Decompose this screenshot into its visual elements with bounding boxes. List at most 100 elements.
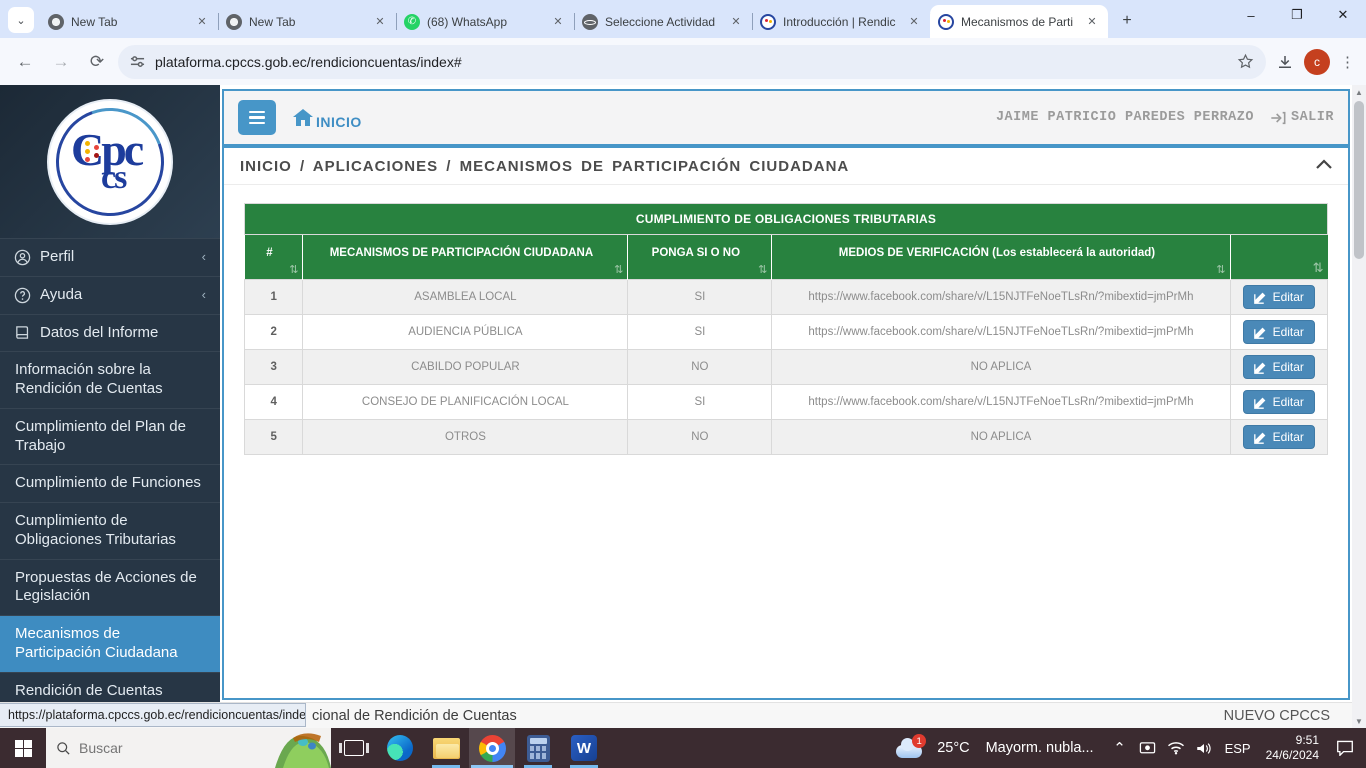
table-row: 4 CONSEJO DE PLANIFICACIÓN LOCAL SI http… bbox=[245, 385, 1328, 420]
chrome-gray-favicon bbox=[48, 14, 64, 30]
ponga-cell: NO bbox=[628, 350, 772, 385]
edit-button[interactable]: Editar bbox=[1243, 355, 1315, 379]
home-icon bbox=[290, 106, 316, 130]
scrollbar-thumb[interactable] bbox=[1354, 101, 1364, 259]
tab-whatsapp[interactable]: ✆ (68) WhatsApp ✕ bbox=[396, 5, 574, 38]
word-button[interactable]: W bbox=[561, 728, 607, 768]
mecanismo-cell: CONSEJO DE PLANIFICACIÓN LOCAL bbox=[303, 385, 628, 420]
chrome-menu-icon[interactable]: ⋮ bbox=[1340, 53, 1356, 71]
column-header-num[interactable]: #⇅ bbox=[245, 235, 303, 280]
sidebar-item-informacion-rendicion[interactable]: Información sobre la Rendición de Cuenta… bbox=[0, 352, 220, 408]
user-area: JAIME PATRICIO PAREDES PERRAZO SALIR bbox=[996, 110, 1334, 125]
action-center-icon[interactable] bbox=[1328, 740, 1362, 756]
tab-mecanismos-active[interactable]: Mecanismos de Parti ✕ bbox=[930, 5, 1108, 38]
clock[interactable]: 9:51 24/6/2024 bbox=[1259, 733, 1326, 763]
edit-button[interactable]: Editar bbox=[1243, 390, 1315, 414]
tab-title: Introducción | Rendic bbox=[783, 15, 899, 29]
edit-button[interactable]: Editar bbox=[1243, 320, 1315, 344]
sidebar-item-obligaciones-tributarias[interactable]: Cumplimiento de Obligaciones Tributarias bbox=[0, 503, 220, 559]
hamburger-menu-button[interactable] bbox=[238, 100, 276, 135]
tab-new-tab-2[interactable]: New Tab ✕ bbox=[218, 5, 396, 38]
new-tab-button[interactable]: + bbox=[1114, 8, 1140, 34]
scroll-down-arrow[interactable]: ▼ bbox=[1352, 714, 1366, 728]
tab-search-button[interactable]: ⌄ bbox=[8, 7, 34, 33]
sidebar-item-cumplimiento-funciones[interactable]: Cumplimiento de Funciones bbox=[0, 465, 220, 502]
profile-avatar[interactable]: c bbox=[1304, 49, 1330, 75]
user-name: JAIME PATRICIO PAREDES PERRAZO bbox=[996, 110, 1254, 125]
language-indicator[interactable]: ESP bbox=[1219, 741, 1257, 756]
tab-close-icon[interactable]: ✕ bbox=[372, 14, 388, 30]
tab-title: Seleccione Actividad bbox=[605, 15, 721, 29]
toolbar-right: c ⋮ bbox=[1272, 49, 1356, 75]
site-settings-icon[interactable] bbox=[130, 54, 145, 69]
maximize-button[interactable]: ❐ bbox=[1274, 0, 1320, 30]
page-scrollbar[interactable]: ▲ ▼ bbox=[1352, 85, 1366, 728]
column-header-actions[interactable]: ⇅ bbox=[1230, 235, 1328, 280]
sidebar-item-datos-del-informe[interactable]: Datos del Informe bbox=[0, 315, 220, 352]
reload-button[interactable]: ⟳ bbox=[82, 47, 112, 77]
ponga-cell: SI bbox=[628, 315, 772, 350]
edit-button[interactable]: Editar bbox=[1243, 425, 1315, 449]
table-row: 1 ASAMBLEA LOCAL SI https://www.facebook… bbox=[245, 280, 1328, 315]
search-icon bbox=[56, 741, 71, 756]
edit-button[interactable]: Editar bbox=[1243, 285, 1315, 309]
chrome-gray-favicon bbox=[226, 14, 242, 30]
url-input[interactable] bbox=[155, 54, 1227, 70]
search-input[interactable] bbox=[79, 740, 229, 756]
logout-button[interactable]: SALIR bbox=[1270, 110, 1334, 125]
tab-new-tab-1[interactable]: New Tab ✕ bbox=[40, 5, 218, 38]
tab-seleccione-actividad[interactable]: Seleccione Actividad ✕ bbox=[574, 5, 752, 38]
taskbar-search[interactable] bbox=[46, 728, 331, 768]
page: Cpc cs Perfil ‹ Ayuda ‹ bbox=[0, 85, 1366, 728]
medio-cell: NO APLICA bbox=[772, 350, 1230, 385]
file-explorer-button[interactable] bbox=[423, 728, 469, 768]
scroll-up-arrow[interactable]: ▲ bbox=[1352, 85, 1366, 99]
cast-icon[interactable] bbox=[1135, 741, 1161, 756]
download-icon[interactable] bbox=[1276, 53, 1294, 71]
tab-close-icon[interactable]: ✕ bbox=[906, 14, 922, 30]
tab-title: (68) WhatsApp bbox=[427, 15, 543, 29]
home-label: INICIO bbox=[316, 114, 362, 130]
weather-widget[interactable]: 1 25°C Mayorm. nubla... bbox=[890, 736, 1104, 760]
tab-introduccion[interactable]: Introducción | Rendic ✕ bbox=[752, 5, 930, 38]
browser-toolbar: ← → ⟳ c ⋮ bbox=[0, 38, 1366, 85]
bookmark-star-icon[interactable] bbox=[1237, 53, 1254, 70]
home-link[interactable]: INICIO bbox=[290, 106, 362, 130]
sidebar-item-ayuda[interactable]: Ayuda ‹ bbox=[0, 277, 220, 314]
calculator-button[interactable] bbox=[515, 728, 561, 768]
row-number: 3 bbox=[245, 350, 303, 385]
notification-badge: 1 bbox=[912, 734, 926, 748]
sidebar-item-acciones-legislacion[interactable]: Propuestas de Acciones de Legislación bbox=[0, 560, 220, 616]
column-header-medios[interactable]: MEDIOS DE VERIFICACIÓN (Los establecerá … bbox=[772, 235, 1230, 280]
column-header-mecanismos[interactable]: MECANISMOS DE PARTICIPACIÓN CIUDADANA⇅ bbox=[303, 235, 628, 280]
close-button[interactable]: ✕ bbox=[1320, 0, 1366, 30]
sidebar-item-label: Perfil bbox=[40, 248, 193, 267]
word-icon: W bbox=[571, 735, 597, 761]
address-bar[interactable] bbox=[118, 45, 1266, 79]
tab-close-icon[interactable]: ✕ bbox=[194, 14, 210, 30]
edge-button[interactable] bbox=[377, 728, 423, 768]
medio-cell: https://www.facebook.com/share/v/L15NJTF… bbox=[772, 315, 1230, 350]
sidebar-item-perfil[interactable]: Perfil ‹ bbox=[0, 239, 220, 276]
sidebar-item-plan-de-trabajo[interactable]: Cumplimiento del Plan de Trabajo bbox=[0, 409, 220, 465]
help-icon bbox=[14, 287, 31, 304]
logo-dots bbox=[85, 141, 103, 167]
tab-close-icon[interactable]: ✕ bbox=[728, 14, 744, 30]
minimize-button[interactable]: – bbox=[1228, 0, 1274, 30]
sidebar-item-mecanismos-participacion[interactable]: Mecanismos de Participación Ciudadana bbox=[0, 616, 220, 672]
wifi-icon[interactable] bbox=[1163, 741, 1189, 755]
chrome-button[interactable] bbox=[469, 728, 515, 768]
collapse-panel-button[interactable] bbox=[1316, 157, 1332, 175]
back-button[interactable]: ← bbox=[10, 47, 40, 77]
column-header-ponga[interactable]: PONGA SI O NO⇅ bbox=[628, 235, 772, 280]
volume-icon[interactable] bbox=[1191, 741, 1217, 756]
task-view-button[interactable] bbox=[331, 728, 377, 768]
forward-button[interactable]: → bbox=[46, 47, 76, 77]
tab-close-icon[interactable]: ✕ bbox=[550, 14, 566, 30]
sidebar-item-rendicion-de-cuentas[interactable]: Rendición de Cuentas bbox=[0, 673, 220, 703]
start-button[interactable] bbox=[0, 728, 46, 768]
chevron-left-icon: ‹ bbox=[202, 249, 206, 265]
tab-close-icon[interactable]: ✕ bbox=[1084, 14, 1100, 30]
person-icon bbox=[14, 249, 31, 266]
tray-chevron-icon[interactable]: ⌃ bbox=[1107, 739, 1133, 757]
